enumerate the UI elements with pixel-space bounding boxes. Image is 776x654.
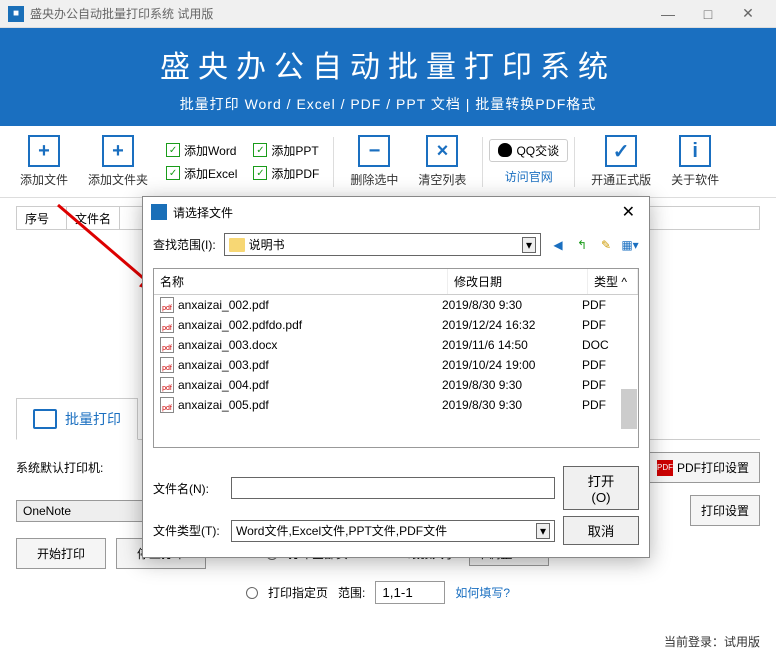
delete-icon: − [358, 135, 390, 167]
dialog-titlebar: 请选择文件 ✕ [143, 197, 649, 227]
file-icon: pdf [160, 337, 174, 353]
add-word-check[interactable]: ✓添加Word [166, 142, 237, 159]
col-filename: 文件名 [67, 207, 120, 229]
col-seq: 序号 [17, 207, 67, 229]
add-folder-icon: + [102, 135, 134, 167]
info-icon: i [679, 135, 711, 167]
range-label: 范围: [338, 584, 365, 601]
new-folder-icon[interactable]: ✎ [597, 236, 615, 254]
qq-icon [498, 143, 512, 157]
add-file-icon: + [28, 135, 60, 167]
clear-list-button[interactable]: × 清空列表 [418, 135, 466, 188]
col-date[interactable]: 修改日期 [448, 269, 588, 294]
add-file-label: 添加文件 [20, 171, 68, 188]
dialog-title: 请选择文件 [173, 204, 233, 221]
tab-batch-print[interactable]: 批量打印 [16, 398, 138, 440]
printer-icon [33, 409, 57, 429]
add-excel-check[interactable]: ✓添加Excel [166, 165, 237, 182]
location-combo[interactable]: 说明书 ▾ [224, 233, 541, 256]
upgrade-button[interactable]: ✓ 开通正式版 [591, 135, 651, 188]
print-range-label: 打印指定页 [268, 584, 328, 601]
nav-buttons: ◀ ↰ ✎ ▦▾ [549, 236, 639, 254]
app-subtitle: 批量打印 Word / Excel / PDF / PPT 文档 | 批量转换P… [0, 94, 776, 114]
delete-selected-button[interactable]: − 删除选中 [350, 135, 398, 188]
delete-label: 删除选中 [350, 171, 398, 188]
app-title: 盛央办公自动批量打印系统 [0, 42, 776, 86]
add-pdf-check[interactable]: ✓添加PDF [253, 165, 319, 182]
cancel-button[interactable]: 取消 [563, 516, 639, 545]
file-row[interactable]: pdfanxaizai_005.pdf2019/8/30 9:30PDF [154, 395, 638, 415]
back-icon[interactable]: ◀ [549, 236, 567, 254]
pdf-settings-button[interactable]: PDF PDF打印设置 [646, 452, 760, 483]
minimize-button[interactable]: — [648, 0, 688, 28]
add-ppt-check[interactable]: ✓添加PPT [253, 142, 319, 159]
format-checks-right: ✓添加PPT ✓添加PDF [253, 142, 319, 182]
col-name[interactable]: 名称 [154, 269, 448, 294]
toolbar: + 添加文件 + 添加文件夹 ✓添加Word ✓添加Excel ✓添加PPT ✓… [0, 126, 776, 198]
file-icon: pdf [160, 357, 174, 373]
maximize-button[interactable]: □ [688, 0, 728, 28]
filename-input[interactable] [231, 477, 555, 499]
format-checks-left: ✓添加Word ✓添加Excel [166, 142, 237, 182]
window-title: 盛央办公自动批量打印系统 试用版 [30, 5, 213, 22]
print-settings-button[interactable]: 打印设置 [690, 495, 760, 526]
file-row[interactable]: pdfanxaizai_003.pdf2019/10/24 19:00PDF [154, 355, 638, 375]
col-type[interactable]: 类型 ^ [588, 269, 638, 294]
file-list: 名称 修改日期 类型 ^ pdfanxaizai_002.pdf2019/8/3… [153, 268, 639, 448]
visit-site-link[interactable]: 访问官网 [505, 168, 553, 185]
add-folder-button[interactable]: + 添加文件夹 [88, 135, 148, 188]
check-icon: ✓ [605, 135, 637, 167]
open-button[interactable]: 打开(O) [563, 466, 639, 510]
chevron-down-icon: ▾ [536, 523, 550, 539]
upgrade-label: 开通正式版 [591, 171, 651, 188]
file-icon: pdf [160, 317, 174, 333]
add-file-button[interactable]: + 添加文件 [20, 135, 68, 188]
range-input[interactable] [375, 581, 445, 604]
file-icon: pdf [160, 297, 174, 313]
scrollbar-thumb[interactable] [621, 389, 637, 429]
up-icon[interactable]: ↰ [573, 236, 591, 254]
app-icon: ■ [8, 6, 24, 22]
clear-icon: × [426, 135, 458, 167]
file-row[interactable]: pdfanxaizai_002.pdfdo.pdf2019/12/24 16:3… [154, 315, 638, 335]
dialog-icon [151, 204, 167, 220]
pdf-icon: PDF [657, 460, 673, 476]
titlebar: ■ 盛央办公自动批量打印系统 试用版 — □ ✕ [0, 0, 776, 28]
view-icon[interactable]: ▦▾ [621, 236, 639, 254]
filetype-combo[interactable]: Word文件,Excel文件,PPT文件,PDF文件 ▾ [231, 520, 555, 542]
about-button[interactable]: i 关于软件 [671, 135, 719, 188]
status-bar: 当前登录：试用版 [664, 633, 760, 650]
file-icon: pdf [160, 377, 174, 393]
filename-label: 文件名(N): [153, 480, 223, 497]
qq-chat-button[interactable]: QQ交谈 [489, 139, 568, 162]
about-label: 关于软件 [671, 171, 719, 188]
dialog-close-button[interactable]: ✕ [616, 202, 641, 222]
folder-icon [229, 238, 245, 252]
filetype-label: 文件类型(T): [153, 522, 223, 539]
default-printer-label: 系统默认打印机: [16, 459, 116, 476]
qq-section: QQ交谈 访问官网 [489, 139, 568, 185]
hero-banner: 盛央办公自动批量打印系统 批量打印 Word / Excel / PDF / P… [0, 28, 776, 126]
clear-label: 清空列表 [418, 171, 466, 188]
file-row[interactable]: pdfanxaizai_002.pdf2019/8/30 9:30PDF [154, 295, 638, 315]
location-label: 查找范围(I): [153, 236, 216, 253]
add-folder-label: 添加文件夹 [88, 171, 148, 188]
print-range-radio[interactable] [246, 587, 258, 599]
file-row[interactable]: pdfanxaizai_003.docx2019/11/6 14:50DOC [154, 335, 638, 355]
chevron-down-icon: ▾ [522, 237, 536, 253]
file-row[interactable]: pdfanxaizai_004.pdf2019/8/30 9:30PDF [154, 375, 638, 395]
how-fill-link[interactable]: 如何填写? [455, 584, 510, 601]
start-print-button[interactable]: 开始打印 [16, 538, 106, 569]
file-icon: pdf [160, 397, 174, 413]
close-button[interactable]: ✕ [728, 0, 768, 28]
file-open-dialog: 请选择文件 ✕ 查找范围(I): 说明书 ▾ ◀ ↰ ✎ ▦▾ 名称 修改日期 … [142, 196, 650, 558]
